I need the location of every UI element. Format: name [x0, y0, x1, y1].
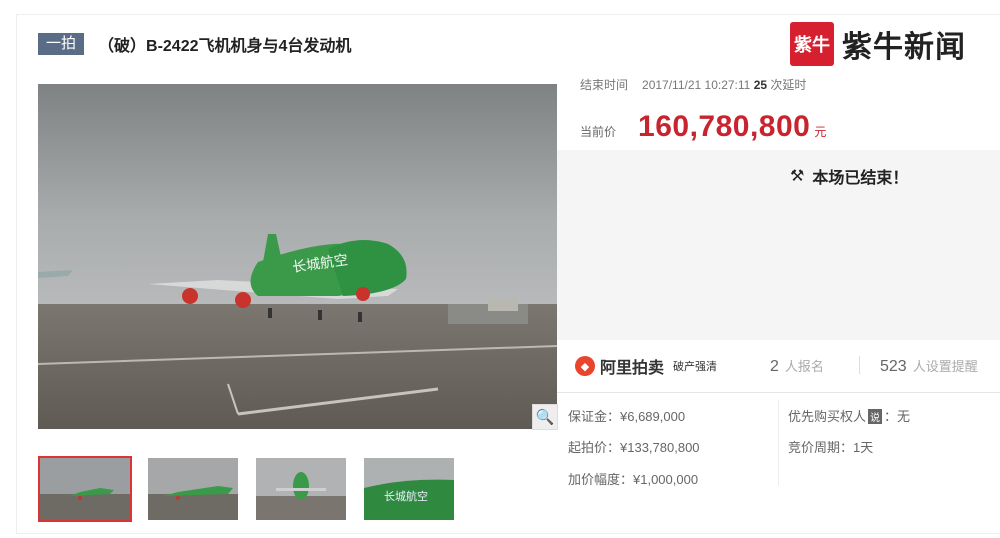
brand-watermark: 紫牛 紫牛新闻: [790, 22, 966, 66]
signup-stat: 2 人报名: [770, 356, 824, 376]
details-column-divider: [778, 400, 779, 486]
thumbnail-3[interactable]: [254, 456, 348, 522]
reminder-count: 523: [880, 358, 907, 375]
platform-logo[interactable]: ◆ 阿里拍卖 破产强清: [575, 354, 717, 378]
end-time: 2017/11/21 10:27:11: [642, 78, 751, 92]
hammer-icon: ⚒: [790, 168, 805, 185]
brand-name: 紫牛新闻: [842, 30, 966, 65]
details-divider: [557, 392, 1000, 393]
auction-round-badge: 一拍: [38, 33, 85, 55]
brand-logo: 紫牛: [790, 22, 834, 66]
priority-value: ：无: [884, 409, 911, 424]
platform-tag: 破产强清: [673, 361, 718, 373]
delay-label: 次延时: [770, 78, 807, 92]
priority-label: 优先购买权人: [788, 409, 867, 424]
magnifier-icon[interactable]: 🔍: [532, 404, 558, 430]
end-time-row: 结束时间 2017/11/21 10:27:11 25 次延时: [580, 76, 806, 93]
ali-auction-icon: ◆: [575, 356, 595, 376]
stat-divider: [859, 356, 860, 374]
signup-count: 2: [770, 358, 779, 375]
end-time-label: 结束时间: [580, 78, 629, 92]
current-price-row: 当前价 160,780,800 元: [580, 110, 826, 144]
title-row: 一拍 （破）B-2422飞机机身与4台发动机: [38, 32, 351, 56]
bidding-cycle: 竞价周期：1天: [788, 440, 874, 455]
reminder-stat: 523 人设置提醒: [880, 356, 978, 376]
main-photo[interactable]: 长城航空: [38, 84, 557, 429]
priority-buyer: 优先购买权人说：无: [788, 406, 910, 425]
platform-row: ◆ 阿里拍卖 破产强清 2 人报名 523 人设置提醒: [575, 354, 1000, 378]
signup-label: 人报名: [784, 359, 824, 374]
thumbnail-strip: 长城航空: [38, 456, 456, 522]
price-unit: 元: [814, 125, 827, 139]
current-price-label: 当前价: [580, 125, 617, 139]
auction-page: 一拍 （破）B-2422飞机机身与4台发动机 紫牛 紫牛新闻 长城航空 🔍 长城…: [0, 0, 1000, 538]
lot-title: （破）B-2422飞机机身与4台发动机: [98, 38, 352, 55]
status-text: 本场已结束！: [812, 170, 909, 187]
thumbnail-4[interactable]: 长城航空: [362, 456, 456, 522]
end-time-value: 2017/11/21 10:27:11 25 次延时: [642, 76, 806, 93]
current-price-value: 160,780,800: [638, 110, 811, 143]
priority-help-badge[interactable]: 说: [868, 409, 883, 424]
svg-text:长城航空: 长城航空: [384, 489, 428, 503]
auction-status: ⚒ 本场已结束！: [790, 164, 908, 188]
thumbnail-1[interactable]: [38, 456, 132, 522]
current-price: 160,780,800 元: [638, 110, 826, 144]
deposit: 保证金：¥6,689,000: [568, 409, 686, 424]
delay-count: 25: [753, 78, 768, 92]
reminder-label: 人设置提醒: [912, 359, 978, 374]
bid-increment: 加价幅度：¥1,000,000: [568, 472, 699, 487]
thumbnail-2[interactable]: [146, 456, 240, 522]
platform-name: 阿里拍卖: [600, 360, 665, 377]
status-panel: [557, 150, 1000, 340]
start-price: 起拍价：¥133,780,800: [568, 440, 700, 455]
